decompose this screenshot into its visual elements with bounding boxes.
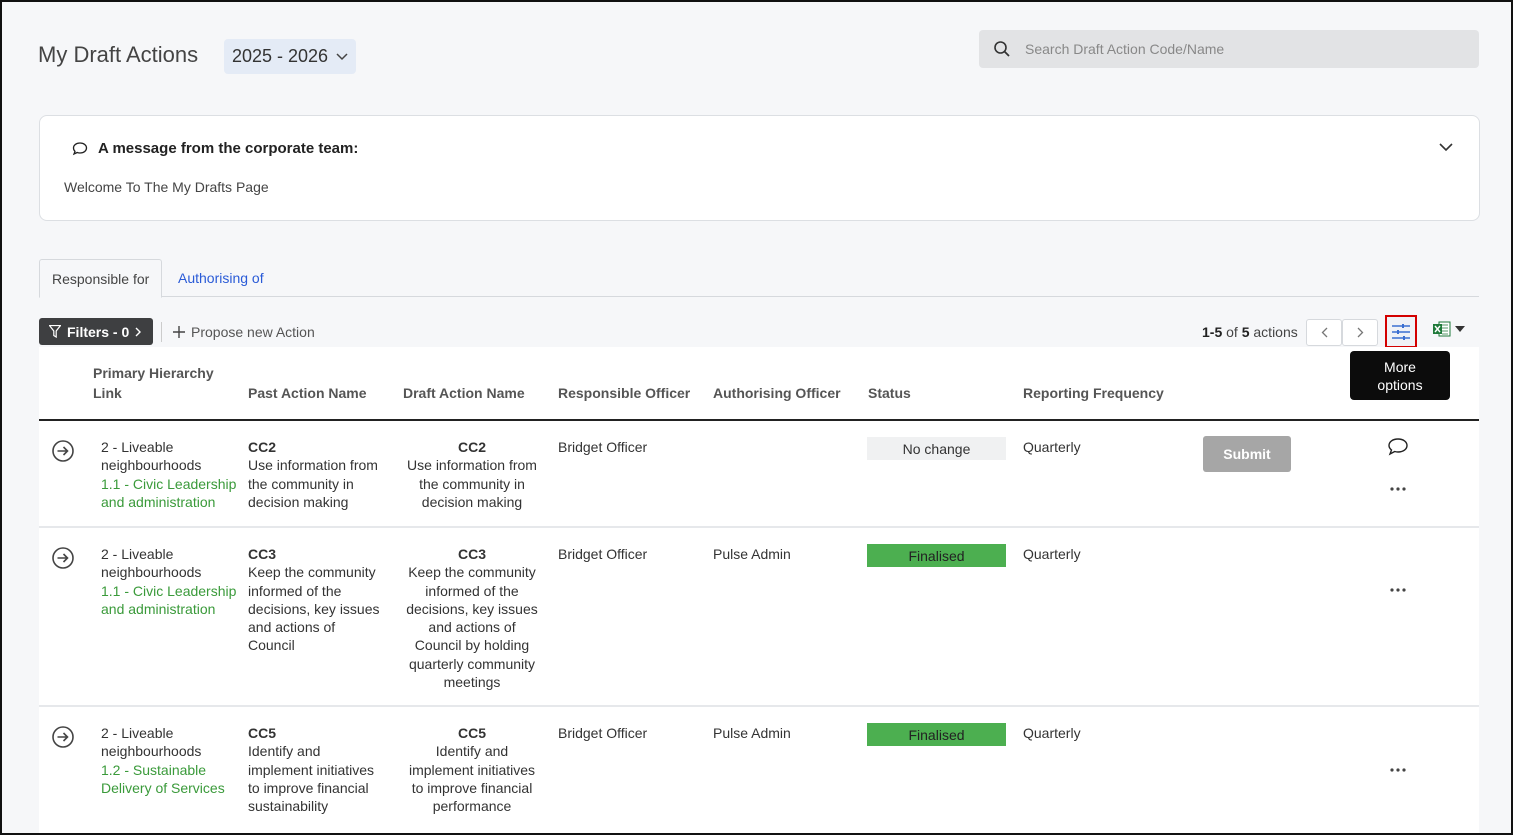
comment-icon[interactable] (1387, 437, 1409, 457)
chevron-down-icon[interactable] (1439, 143, 1453, 152)
column-status[interactable]: Status (868, 383, 911, 403)
filters-button[interactable]: Filters - 0 (39, 318, 154, 345)
app-window: My Draft Actions 2025 - 2026 Search Draf… (0, 0, 1513, 835)
table-row: 2 - Liveable neighbourhoods 1.1 - Civic L… (39, 528, 1479, 707)
search-bar[interactable]: Search Draft Action Code/Name (979, 30, 1479, 68)
filters-label: Filters - 0 (67, 323, 130, 340)
speech-bubble-icon (72, 141, 88, 155)
filter-icon (49, 325, 61, 338)
authorising-officer-cell: Pulse Admin (713, 546, 791, 562)
tab-bar: Responsible for Authorising of (39, 259, 1479, 298)
arrow-circle-right-icon[interactable] (51, 546, 75, 570)
column-responsible-officer[interactable]: Responsible Officer (558, 383, 690, 403)
tab-responsible-for[interactable]: Responsible for (39, 259, 163, 298)
plus-icon (173, 326, 185, 338)
caret-down-icon (1455, 326, 1465, 332)
status-badge: Finalised (867, 544, 1006, 567)
hierarchy-link[interactable]: 1.2 - Sustainable Delivery of Services (101, 761, 241, 798)
draft-action-cell: CC5 Identify and implement initiatives to … (408, 725, 536, 815)
column-authorising-officer[interactable]: Authorising Officer (713, 383, 841, 403)
responsible-officer-cell: Bridget Officer (558, 439, 648, 455)
responsible-officer-cell: Bridget Officer (558, 546, 648, 562)
arrow-circle-right-icon[interactable] (51, 725, 75, 749)
past-action-cell: CC5 Identify and implement initiatives to … (248, 725, 375, 815)
past-action-cell: CC2 Use information from the community in… (248, 439, 378, 510)
responsible-officer-cell: Bridget Officer (558, 725, 648, 741)
prev-page-button[interactable] (1306, 319, 1342, 346)
primary-hierarchy-cell: 2 - Liveable neighbourhoods 1.1 - Civic L… (101, 438, 241, 511)
next-page-button[interactable] (1342, 319, 1378, 346)
table-toolbar: Filters - 0 Propose new Action 1-5 of 5 … (39, 315, 1479, 348)
draft-actions-table: Primary Hierarchy Link Past Action Name D… (39, 347, 1479, 833)
submit-button[interactable]: Submit (1203, 436, 1291, 472)
more-horizontal-icon[interactable] (1387, 765, 1409, 775)
search-input[interactable]: Search Draft Action Code/Name (1025, 41, 1224, 57)
column-reporting-frequency[interactable]: Reporting Frequency (1023, 383, 1164, 403)
more-horizontal-icon[interactable] (1387, 484, 1409, 494)
pagination-count: 1-5 of 5 actions (1202, 324, 1298, 340)
year-label: 2025 - 2026 (231, 46, 329, 66)
past-action-cell: CC3 Keep the community informed of the dec… (248, 546, 380, 654)
column-primary-hierarchy[interactable]: Primary Hierarchy Link (93, 363, 214, 403)
message-heading: A message from the corporate team: (72, 140, 358, 157)
propose-action-button[interactable]: Propose new Action (173, 318, 315, 346)
message-panel: A message from the corporate team: Welco… (39, 115, 1480, 221)
message-body: Welcome To The My Drafts Page (64, 179, 269, 195)
authorising-officer-cell: Pulse Admin (713, 725, 791, 741)
column-draft-action[interactable]: Draft Action Name (403, 383, 525, 403)
more-options-tooltip: More options (1350, 351, 1450, 400)
search-icon (994, 41, 1010, 57)
column-past-action[interactable]: Past Action Name (248, 383, 367, 403)
frequency-cell: Quarterly (1023, 546, 1081, 562)
status-badge: No change (867, 437, 1006, 460)
frequency-cell: Quarterly (1023, 439, 1081, 455)
propose-action-label: Propose new Action (191, 324, 315, 340)
tab-authorising-of[interactable]: Authorising of (166, 259, 276, 296)
primary-hierarchy-cell: 2 - Liveable neighbourhoods 1.1 - Civic L… (101, 545, 241, 618)
chevron-right-icon (1357, 327, 1363, 338)
arrow-circle-right-icon[interactable] (51, 439, 75, 463)
draft-action-cell: CC2 Use information from the community in… (407, 439, 537, 510)
excel-icon (1433, 321, 1451, 337)
more-options-button[interactable] (1385, 315, 1417, 348)
hierarchy-link[interactable]: 1.1 - Civic Leadership and administration (101, 582, 241, 619)
frequency-cell: Quarterly (1023, 725, 1081, 741)
hierarchy-link[interactable]: 1.1 - Civic Leadership and administration (101, 475, 241, 512)
message-heading-text: A message from the corporate team: (98, 140, 359, 157)
chevron-left-icon (1321, 327, 1327, 338)
draft-action-cell: CC3 Keep the community informed of the dec… (406, 546, 538, 691)
sliders-icon (1392, 323, 1410, 340)
year-selector[interactable]: 2025 - 2026 (224, 39, 356, 74)
primary-hierarchy-cell: 2 - Liveable neighbourhoods 1.2 - Sustain… (101, 724, 241, 797)
table-row: 2 - Liveable neighbourhoods 1.1 - Civic L… (39, 421, 1479, 528)
chevron-down-icon (336, 52, 348, 60)
export-excel-button[interactable] (1433, 321, 1465, 337)
toolbar-divider (161, 322, 162, 342)
table-row: 2 - Liveable neighbourhoods 1.2 - Sustain… (39, 707, 1479, 833)
page-title: My Draft Actions (38, 42, 199, 67)
chevron-right-icon (135, 327, 142, 336)
status-badge: Finalised (867, 723, 1006, 746)
more-horizontal-icon[interactable] (1387, 585, 1409, 595)
table-header: Primary Hierarchy Link Past Action Name D… (39, 347, 1479, 421)
